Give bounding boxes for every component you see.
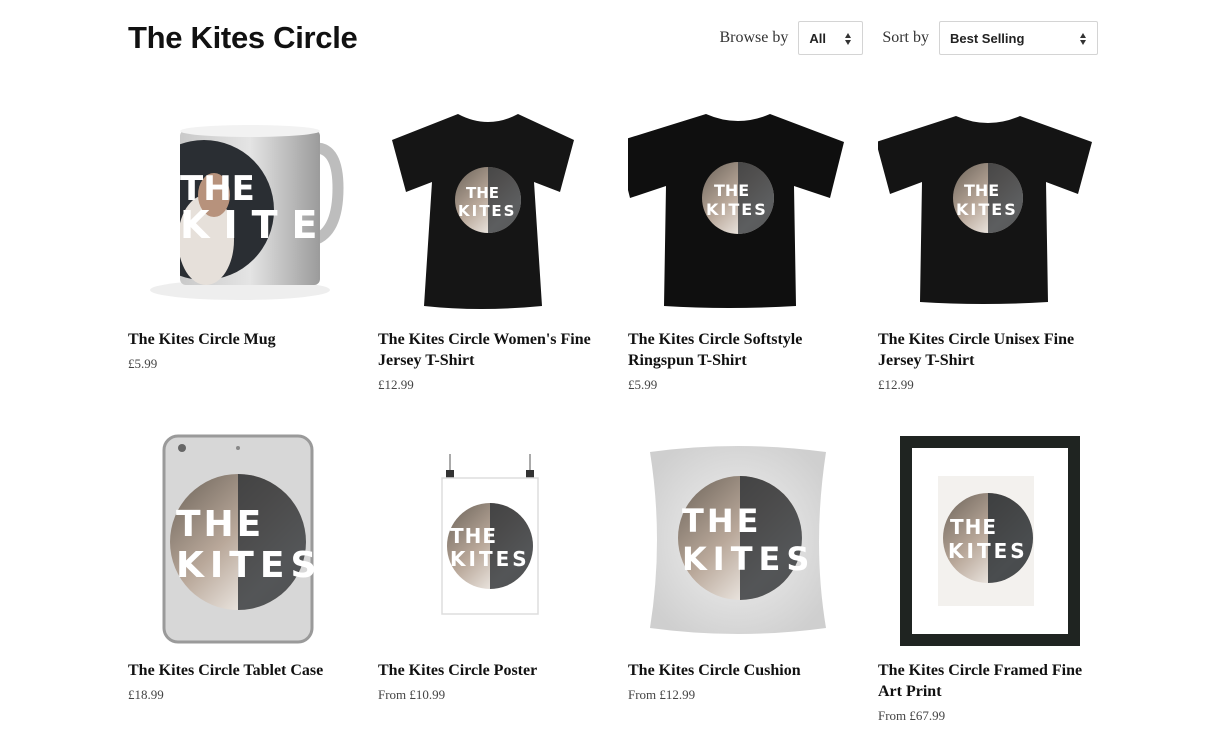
sort-by-value: Best Selling xyxy=(950,30,1025,46)
product-price: From £12.99 xyxy=(628,687,696,702)
select-arrows-icon xyxy=(845,31,853,47)
svg-text:THE: THE xyxy=(714,181,749,200)
product-price: £18.99 xyxy=(128,687,164,702)
product-name[interactable]: The Kites Circle Women's Fine Jersey T-S… xyxy=(378,329,598,371)
product-price: From £10.99 xyxy=(378,687,446,702)
product-name[interactable]: The Kites Circle Framed Fine Art Print xyxy=(878,660,1098,702)
svg-text:THE: THE xyxy=(682,502,761,540)
select-arrows-icon xyxy=(1080,31,1088,47)
product-name[interactable]: The Kites Circle Mug xyxy=(128,329,348,350)
product-image-unisex-tshirt[interactable]: THE KITES xyxy=(878,100,1098,315)
svg-text:KITES: KITES xyxy=(450,547,530,571)
collection-header: The Kites Circle Browse by All Sort by B… xyxy=(128,18,1098,58)
product-price: £5.99 xyxy=(628,377,658,392)
product-image-womens-tshirt[interactable]: THE KITES xyxy=(378,100,598,315)
svg-text:THE: THE xyxy=(466,184,499,202)
svg-text:THE: THE xyxy=(950,515,997,539)
browse-by-select[interactable]: All xyxy=(798,21,864,55)
svg-text:THE: THE xyxy=(176,504,264,545)
product-image-mug[interactable]: THE KITES xyxy=(128,100,348,315)
product-image-tablet-case[interactable]: THE KITES xyxy=(128,432,348,647)
product-name[interactable]: The Kites Circle Unisex Fine Jersey T-Sh… xyxy=(878,329,1098,371)
product-price: £12.99 xyxy=(378,377,414,392)
product-image-poster[interactable]: THE KITES xyxy=(378,432,598,647)
svg-text:KITES: KITES xyxy=(176,545,322,586)
svg-text:THE: THE xyxy=(450,524,497,548)
page-title: The Kites Circle xyxy=(128,20,358,55)
svg-text:KITES: KITES xyxy=(956,200,1018,219)
product-price: £5.99 xyxy=(128,356,158,371)
sort-by-select[interactable]: Best Selling xyxy=(939,21,1098,55)
svg-text:KITES: KITES xyxy=(458,202,517,220)
product-image-framed-print[interactable]: THE KITES xyxy=(878,432,1098,647)
browse-by-value: All xyxy=(809,30,826,46)
product-name[interactable]: The Kites Circle Softstyle Ringspun T-Sh… xyxy=(628,329,848,371)
filter-controls: Browse by All Sort by Best Selling xyxy=(719,21,1098,55)
svg-text:KITES: KITES xyxy=(706,200,768,219)
sort-by-label: Sort by xyxy=(882,29,929,46)
svg-text:THE: THE xyxy=(964,181,999,200)
product-price: From £67.99 xyxy=(878,708,946,723)
product-image-softstyle-tshirt[interactable]: THE KITES xyxy=(628,100,848,315)
product-name[interactable]: The Kites Circle Tablet Case xyxy=(128,660,348,681)
browse-by-label: Browse by xyxy=(719,29,789,46)
svg-text:KITES: KITES xyxy=(948,539,1028,563)
product-name[interactable]: The Kites Circle Cushion xyxy=(628,660,848,681)
product-price: £12.99 xyxy=(878,377,914,392)
product-image-cushion[interactable]: THE KITES xyxy=(628,432,848,647)
product-name[interactable]: The Kites Circle Poster xyxy=(378,660,598,681)
svg-text:KITES: KITES xyxy=(682,540,815,578)
